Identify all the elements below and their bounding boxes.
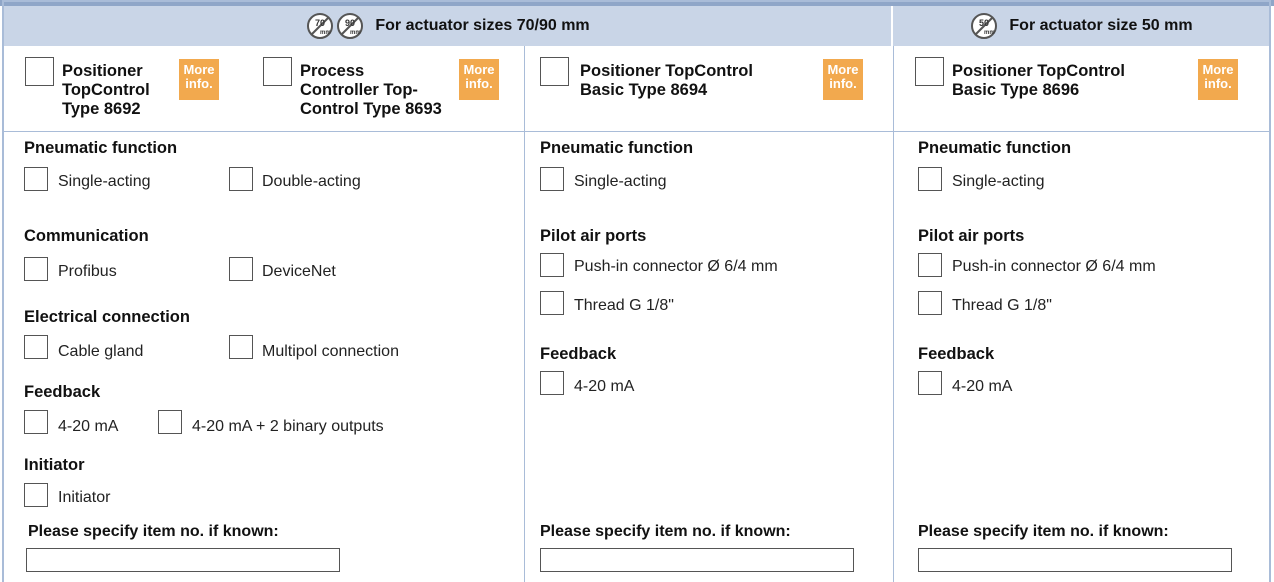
more-info-label: info. bbox=[829, 76, 857, 91]
product-8696-title: Positioner TopControl Basic Type 8696 bbox=[952, 62, 1125, 100]
col3-push-in-connector-label: Push-in connector Ø 6/4 mm bbox=[952, 258, 1156, 275]
size-50-label: 50 bbox=[979, 18, 989, 28]
column-divider-2 bbox=[893, 46, 894, 582]
product-8693-title: Process Controller Top- Control Type 869… bbox=[300, 62, 442, 119]
checkbox-col3-feedback-4-20ma[interactable] bbox=[918, 371, 942, 395]
checkbox-col3-single-acting[interactable] bbox=[918, 167, 942, 191]
checkbox-col2-feedback-4-20ma[interactable] bbox=[540, 371, 564, 395]
checkbox-col2-push-in-connector[interactable] bbox=[540, 253, 564, 277]
header-b-title: For actuator size 50 mm bbox=[1009, 17, 1193, 34]
checkbox-feedback-binary-outputs[interactable] bbox=[158, 410, 182, 434]
checkbox-process-controller-8693[interactable] bbox=[263, 57, 292, 86]
header-actuator-50: 50 mm For actuator size 50 mm bbox=[893, 6, 1269, 46]
more-info-label: More bbox=[183, 62, 215, 77]
more-info-button-8696[interactable]: More info. bbox=[1198, 59, 1238, 100]
product-8692-title: Positioner TopControl Type 8692 bbox=[62, 62, 150, 119]
profibus-label: Profibus bbox=[58, 263, 117, 280]
product-8692-line-3: Type 8692 bbox=[62, 100, 141, 118]
size-70-label: 70 bbox=[315, 18, 325, 28]
checkbox-devicenet[interactable] bbox=[229, 257, 253, 281]
checkbox-cable-gland[interactable] bbox=[24, 335, 48, 359]
more-info-label: info. bbox=[185, 76, 213, 91]
col3-pneumatic-heading: Pneumatic function bbox=[918, 139, 1072, 157]
size-90-unit: mm bbox=[350, 30, 361, 36]
product-8696-line-2: Basic Type 8696 bbox=[952, 81, 1080, 99]
initiator-label: Initiator bbox=[58, 489, 111, 506]
checkbox-positioner-8692[interactable] bbox=[25, 57, 54, 86]
col2-push-in-connector-label: Push-in connector Ø 6/4 mm bbox=[574, 258, 778, 275]
col2-pilot-heading: Pilot air ports bbox=[540, 227, 647, 245]
more-info-label: info. bbox=[465, 76, 493, 91]
size-50mm-icon: 50 mm bbox=[971, 13, 998, 39]
col2-feedback-heading: Feedback bbox=[540, 345, 617, 363]
feedback-binary-outputs-label: 4-20 mA + 2 binary outputs bbox=[192, 418, 384, 435]
col3-thread-label: Thread G 1/8" bbox=[952, 297, 1052, 314]
product-8694-line-1: Positioner TopControl bbox=[580, 62, 753, 80]
product-8692-line-2: TopControl bbox=[62, 81, 150, 99]
checkbox-multipol-connection[interactable] bbox=[229, 335, 253, 359]
checkbox-col3-push-in-connector[interactable] bbox=[918, 253, 942, 277]
col3-item-number-input[interactable] bbox=[918, 548, 1232, 572]
checkbox-col1-single-acting[interactable] bbox=[24, 167, 48, 191]
product-8693-line-3: Control Type 8693 bbox=[300, 100, 442, 118]
size-90mm-icon: 90 mm bbox=[337, 13, 364, 39]
col1-electrical-heading: Electrical connection bbox=[24, 308, 190, 326]
col1-pneumatic-heading: Pneumatic function bbox=[24, 139, 178, 157]
col3-specify-label: Please specify item no. if known: bbox=[918, 523, 1169, 540]
col3-single-acting-label: Single-acting bbox=[952, 173, 1045, 190]
more-info-label: More bbox=[827, 62, 859, 77]
product-8693-line-1: Process bbox=[300, 62, 365, 80]
product-8693-line-2: Controller Top- bbox=[300, 81, 418, 99]
col2-feedback-4-20ma-label: 4-20 mA bbox=[574, 378, 635, 395]
product-8696-line-1: Positioner TopControl bbox=[952, 62, 1125, 80]
col3-feedback-heading: Feedback bbox=[918, 345, 995, 363]
size-70mm-icon: 70 mm bbox=[307, 13, 334, 39]
checkbox-positioner-8696[interactable] bbox=[915, 57, 944, 86]
checkbox-col3-thread[interactable] bbox=[918, 291, 942, 315]
more-info-label: More bbox=[463, 62, 495, 77]
product-8694-line-2: Basic Type 8694 bbox=[580, 81, 708, 99]
more-info-label: info. bbox=[1204, 76, 1232, 91]
more-info-button-8693[interactable]: More info. bbox=[459, 59, 499, 100]
col1-communication-heading: Communication bbox=[24, 227, 149, 245]
cable-gland-label: Cable gland bbox=[58, 343, 144, 360]
col1-single-acting-label: Single-acting bbox=[58, 173, 151, 190]
checkbox-positioner-8694[interactable] bbox=[540, 57, 569, 86]
checkbox-col2-thread[interactable] bbox=[540, 291, 564, 315]
col2-item-number-input[interactable] bbox=[540, 548, 854, 572]
checkbox-col1-double-acting[interactable] bbox=[229, 167, 253, 191]
multipol-connection-label: Multipol connection bbox=[262, 343, 399, 360]
col2-pneumatic-heading: Pneumatic function bbox=[540, 139, 694, 157]
col1-feedback-heading: Feedback bbox=[24, 383, 101, 401]
header-actuator-70-90: 70 mm 90 mm For actuator sizes 70/90 mm bbox=[4, 6, 891, 46]
product-8692-line-1: Positioner bbox=[62, 62, 143, 80]
col2-single-acting-label: Single-acting bbox=[574, 173, 667, 190]
col2-thread-label: Thread G 1/8" bbox=[574, 297, 674, 314]
col1-item-number-input[interactable] bbox=[26, 548, 340, 572]
product-8694-title: Positioner TopControl Basic Type 8694 bbox=[580, 62, 753, 100]
more-info-button-8692[interactable]: More info. bbox=[179, 59, 219, 100]
checkbox-profibus[interactable] bbox=[24, 257, 48, 281]
col1-initiator-heading: Initiator bbox=[24, 456, 85, 474]
size-70-unit: mm bbox=[320, 30, 331, 36]
devicenet-label: DeviceNet bbox=[262, 263, 336, 280]
size-50-unit: mm bbox=[984, 30, 995, 36]
col2-specify-label: Please specify item no. if known: bbox=[540, 523, 791, 540]
more-info-button-8694[interactable]: More info. bbox=[823, 59, 863, 100]
checkbox-initiator[interactable] bbox=[24, 483, 48, 507]
column-divider-1 bbox=[524, 46, 525, 582]
product-row-divider bbox=[4, 131, 1269, 132]
col1-feedback-4-20ma-label: 4-20 mA bbox=[58, 418, 119, 435]
col1-specify-label: Please specify item no. if known: bbox=[28, 523, 279, 540]
col3-feedback-4-20ma-label: 4-20 mA bbox=[952, 378, 1013, 395]
more-info-label: More bbox=[1202, 62, 1234, 77]
checkbox-col1-feedback-4-20ma[interactable] bbox=[24, 410, 48, 434]
size-90-label: 90 bbox=[345, 18, 355, 28]
checkbox-col2-single-acting[interactable] bbox=[540, 167, 564, 191]
col3-pilot-heading: Pilot air ports bbox=[918, 227, 1025, 245]
header-a-title: For actuator sizes 70/90 mm bbox=[375, 17, 590, 34]
col1-double-acting-label: Double-acting bbox=[262, 173, 361, 190]
